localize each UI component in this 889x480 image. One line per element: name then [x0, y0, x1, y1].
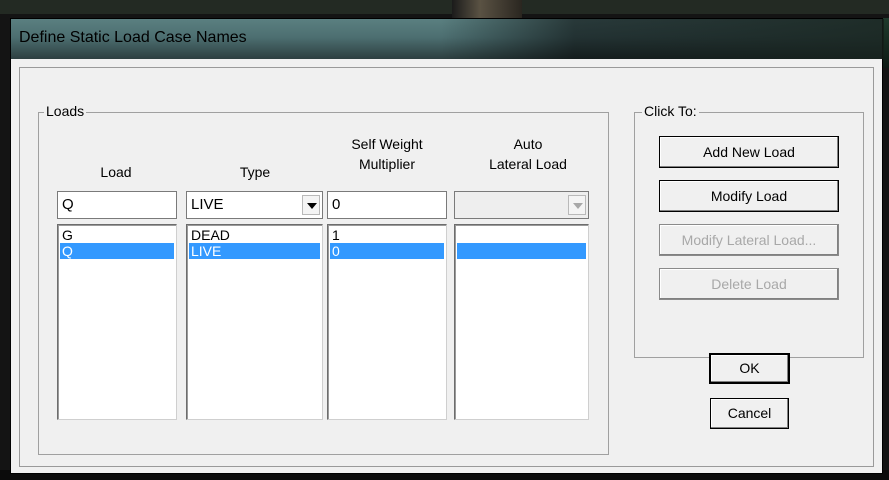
auto-lateral-header-line1: Auto: [513, 136, 543, 152]
list-item[interactable]: 1: [330, 227, 444, 243]
chevron-down-icon: [568, 195, 586, 215]
column-header-type: Type: [239, 164, 271, 180]
dialog-client-area: Loads Load Type Self Weight Multiplier A…: [19, 67, 874, 467]
column-header-self-weight: Self Weight Multiplier: [322, 134, 452, 174]
list-item-selected[interactable]: 0: [330, 243, 444, 259]
list-item[interactable]: G: [60, 227, 174, 243]
add-new-load-button[interactable]: Add New Load: [659, 136, 839, 168]
dialog-title: Define Static Load Case Names: [19, 29, 247, 46]
titlebar-shade: [441, 19, 884, 59]
load-type-select-value: LIVE: [191, 196, 224, 213]
delete-load-button: Delete Load: [659, 268, 839, 300]
list-item-selected[interactable]: [457, 243, 586, 259]
chevron-down-icon[interactable]: [302, 195, 320, 215]
self-weight-multiplier-input[interactable]: 0: [327, 191, 447, 219]
list-item-selected[interactable]: LIVE: [189, 243, 320, 259]
auto-lateral-header-line2: Lateral Load: [489, 156, 567, 172]
self-weight-header-line1: Self Weight: [351, 136, 423, 152]
list-item[interactable]: DEAD: [189, 227, 320, 243]
column-header-load: Load: [100, 164, 132, 180]
modify-load-button[interactable]: Modify Load: [659, 180, 839, 212]
self-weight-list[interactable]: 1 0: [327, 224, 447, 420]
loads-group-label: Loads: [44, 103, 87, 119]
modify-lateral-load-button: Modify Lateral Load...: [659, 224, 839, 256]
load-type-select[interactable]: LIVE: [186, 191, 323, 219]
load-name-input[interactable]: Q: [57, 191, 177, 219]
list-item-selected[interactable]: Q: [60, 243, 174, 259]
background-app-strip: [0, 0, 889, 14]
click-to-group-label: Click To:: [642, 103, 699, 119]
load-name-list[interactable]: G Q: [57, 224, 177, 420]
load-type-list[interactable]: DEAD LIVE: [186, 224, 323, 420]
list-item[interactable]: [457, 227, 586, 243]
self-weight-header-line2: Multiplier: [358, 156, 415, 172]
auto-lateral-list[interactable]: [454, 224, 589, 420]
define-static-load-case-dialog: Define Static Load Case Names Loads Load…: [10, 18, 884, 474]
cancel-button[interactable]: Cancel: [710, 398, 789, 429]
column-header-auto-lateral: Auto Lateral Load: [462, 134, 594, 174]
ok-button[interactable]: OK: [709, 353, 790, 384]
auto-lateral-load-select: [454, 191, 589, 219]
dialog-titlebar[interactable]: Define Static Load Case Names: [11, 19, 884, 59]
